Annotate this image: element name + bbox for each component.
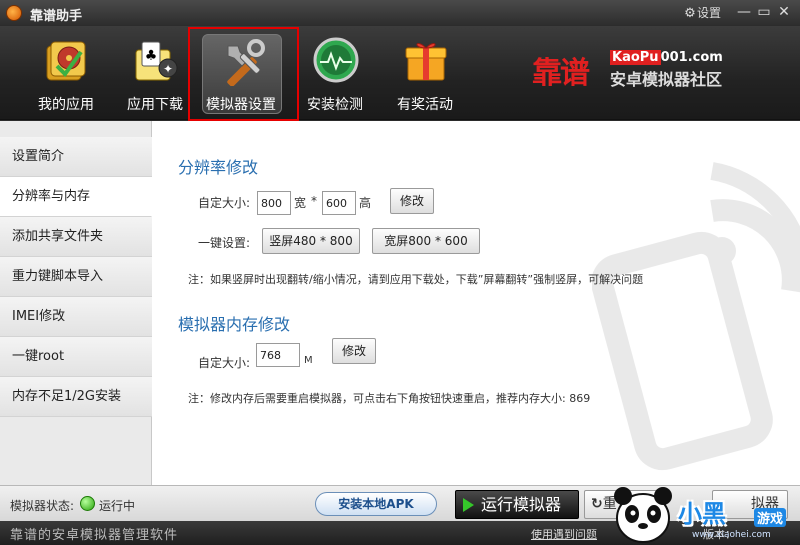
install-local-apk-button[interactable]: 安装本地APK bbox=[315, 492, 437, 516]
height-input[interactable] bbox=[322, 191, 356, 215]
panda-mascot-icon bbox=[614, 487, 672, 543]
toolbar-item-app-download[interactable]: ♣ ✦ 应用下载 bbox=[110, 32, 200, 118]
title-bar: 靠谱助手 ⚙设置 — ▭ ✕ bbox=[0, 0, 800, 26]
settings-button[interactable]: ⚙设置 bbox=[683, 4, 721, 22]
gift-icon bbox=[405, 43, 447, 81]
minimize-button[interactable]: — bbox=[733, 3, 755, 21]
app-download-icon: ♣ ✦ bbox=[135, 41, 178, 81]
sidebar-item-shared-folder[interactable]: 添加共享文件夹 bbox=[0, 217, 152, 257]
resolution-custom-label: 自定大小: bbox=[198, 196, 251, 210]
brand-url-prefix: KaoPu bbox=[610, 50, 661, 65]
sidebar-item-root[interactable]: 一键root bbox=[0, 337, 152, 377]
app-title: 靠谱助手 bbox=[30, 9, 83, 24]
my-apps-icon bbox=[46, 41, 86, 81]
status-indicator-icon bbox=[80, 496, 95, 511]
sidebar-item-imei[interactable]: IMEI修改 bbox=[0, 297, 152, 337]
memory-note: 注：修改内存后需要重启模拟器，可点击右下角按钮快速重启，推荐内存大小: 869 bbox=[188, 390, 590, 406]
brand-main: 靠谱 bbox=[532, 56, 590, 91]
badge-sub: 游戏 bbox=[754, 508, 787, 527]
toolbar-label: 安装检测 bbox=[307, 97, 363, 113]
help-link[interactable]: 使用遇到问题 bbox=[531, 526, 597, 542]
toolbar-label: 有奖活动 bbox=[397, 97, 453, 113]
sidebar-item-low-memory-install[interactable]: 内存不足1/2G安装 bbox=[0, 377, 152, 417]
width-input[interactable] bbox=[257, 191, 291, 215]
toolbar-label: 我的应用 bbox=[38, 97, 94, 113]
toolbar-label: 应用下载 bbox=[127, 97, 183, 113]
recommended-memory: 869 bbox=[569, 392, 591, 405]
sidebar-item-gravity-script[interactable]: 重力键脚本导入 bbox=[0, 257, 152, 297]
brand-logo: 靠谱 KaoPu 001.com 安卓模拟器社区 bbox=[532, 48, 752, 91]
resolution-section-title: 分辨率修改 bbox=[178, 158, 259, 177]
svg-text:♣: ♣ bbox=[145, 48, 158, 64]
phone-watermark-icon bbox=[592, 162, 800, 471]
brand-subtitle: 安卓模拟器社区 bbox=[610, 70, 723, 89]
site-watermark: 小黑 游戏 www.xiaohei.com bbox=[600, 470, 800, 545]
resolution-modify-button[interactable]: 修改 bbox=[390, 188, 434, 214]
brand-url-suffix: 001.com bbox=[660, 50, 723, 65]
app-logo-icon bbox=[6, 5, 22, 21]
memory-unit: M bbox=[304, 355, 313, 366]
play-icon bbox=[463, 498, 474, 512]
settings-label: 设置 bbox=[697, 6, 722, 20]
toolbar-item-install-check[interactable]: 安装检测 bbox=[290, 32, 380, 118]
toolbar-item-my-apps[interactable]: 我的应用 bbox=[21, 32, 111, 118]
memory-section-title: 模拟器内存修改 bbox=[178, 315, 291, 334]
run-emulator-button[interactable]: 运行模拟器 bbox=[455, 490, 579, 519]
badge-brand: 小黑 bbox=[678, 500, 726, 528]
height-unit: 高 bbox=[359, 196, 372, 210]
selected-tab-highlight bbox=[188, 27, 299, 121]
memory-custom-label: 自定大小: bbox=[198, 356, 251, 370]
maximize-button[interactable]: ▭ bbox=[753, 3, 775, 21]
badge-url: www.xiaohei.com bbox=[692, 530, 771, 540]
close-button[interactable]: ✕ bbox=[773, 3, 795, 21]
resolution-note: 注：如果竖屏时出现翻转/缩小情况，请到应用下载处，下载”屏幕翻转”强制竖屏，可解… bbox=[188, 273, 644, 286]
times-sign: * bbox=[311, 194, 317, 208]
toolbar-item-rewards[interactable]: 有奖活动 bbox=[380, 32, 470, 118]
run-emulator-label: 运行模拟器 bbox=[481, 495, 562, 514]
brand-url: KaoPu 001.com bbox=[610, 50, 723, 65]
install-check-icon bbox=[313, 37, 359, 83]
memory-input[interactable] bbox=[256, 343, 300, 367]
preset-label: 一键设置: bbox=[198, 236, 251, 250]
settings-panel: 分辨率修改 自定大小: 宽 * 高 修改 一键设置: 竖屏480 * 800 宽… bbox=[152, 121, 800, 485]
emulator-status-value: 运行中 bbox=[99, 499, 136, 513]
memory-modify-button[interactable]: 修改 bbox=[332, 338, 376, 364]
landscape-preset-button[interactable]: 宽屏800 * 600 bbox=[372, 228, 480, 254]
settings-sidebar: 设置简介 分辨率与内存 添加共享文件夹 重力键脚本导入 IMEI修改 一键roo… bbox=[0, 121, 152, 485]
footer-slogan: 靠谱的安卓模拟器管理软件 bbox=[10, 528, 179, 543]
gear-icon: ⚙ bbox=[684, 6, 696, 21]
emulator-status-label: 模拟器状态: bbox=[10, 499, 75, 513]
sidebar-item-resolution-memory[interactable]: 分辨率与内存 bbox=[0, 177, 152, 217]
svg-text:✦: ✦ bbox=[163, 62, 173, 76]
sidebar-item-settings-intro[interactable]: 设置简介 bbox=[0, 137, 152, 177]
width-unit: 宽 bbox=[294, 196, 307, 210]
memory-note-text: 注：修改内存后需要重启模拟器，可点击右下角按钮快速重启，推荐内存大小: bbox=[188, 392, 566, 405]
portrait-preset-button[interactable]: 竖屏480 * 800 bbox=[262, 228, 360, 254]
